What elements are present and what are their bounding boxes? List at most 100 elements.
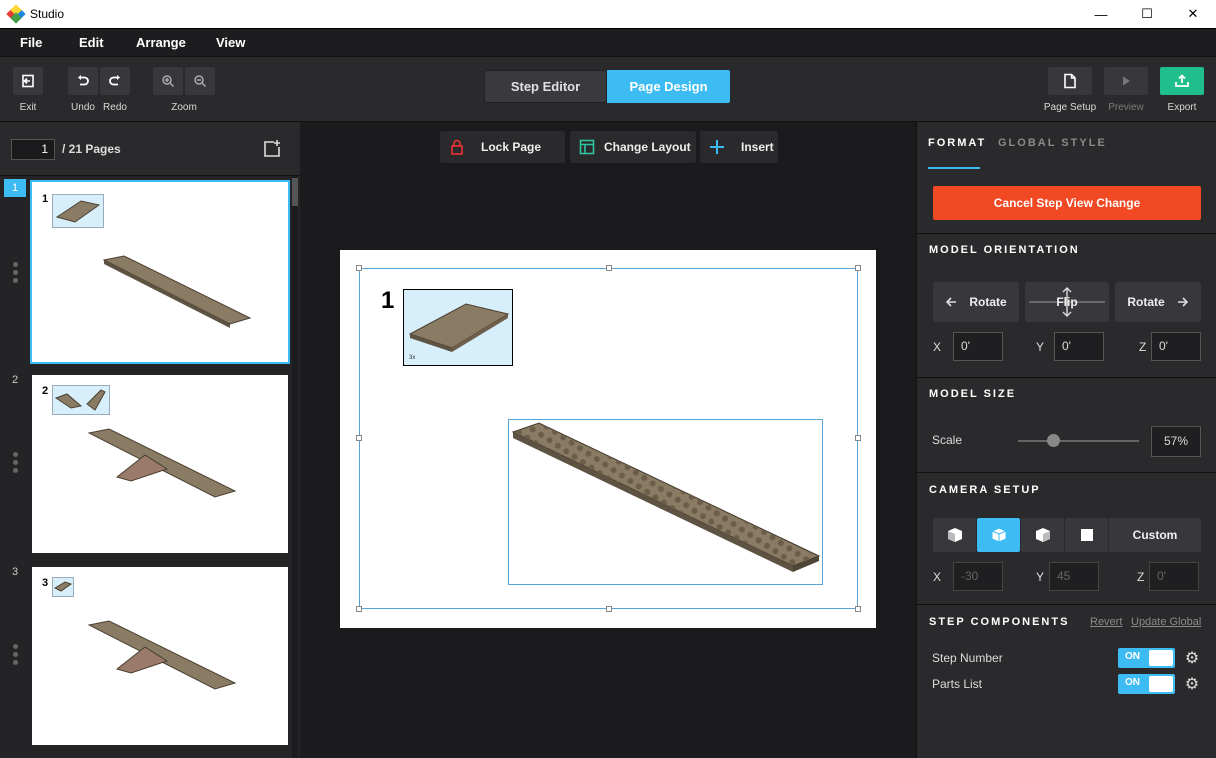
camera-preset-front[interactable] [1065, 518, 1108, 552]
orient-y-input[interactable]: 0' [1054, 332, 1104, 361]
resize-handle[interactable] [855, 265, 861, 271]
orient-z-input[interactable]: 0' [1151, 332, 1201, 361]
lock-page-label: Lock Page [481, 140, 542, 154]
zoom-out-button[interactable] [185, 67, 215, 95]
resize-handle[interactable] [356, 265, 362, 271]
resize-handle[interactable] [356, 606, 362, 612]
toggle-knob [1149, 650, 1173, 666]
parts-list-label: Parts List [932, 677, 983, 691]
camera-custom-button[interactable]: Custom [1109, 518, 1201, 552]
title-bar: Studio — ☐ ✕ [0, 0, 1216, 28]
page-setup-button[interactable] [1048, 67, 1092, 95]
menu-edit[interactable]: Edit [79, 35, 104, 50]
step-editor-tab[interactable]: Step Editor [484, 70, 607, 103]
orient-y-label: Y [1036, 340, 1045, 354]
divider [917, 604, 1216, 605]
scrollbar-thumb[interactable] [292, 178, 298, 206]
drag-handle-icon[interactable] [13, 262, 19, 286]
undo-label: Undo [71, 102, 95, 113]
parts-list-box[interactable]: 3x [403, 289, 513, 366]
step-number[interactable]: 1 [381, 287, 394, 315]
camera-setup-heading: CAMERA SETUP [929, 484, 1041, 496]
zoom-in-button[interactable] [153, 67, 183, 95]
divider [917, 472, 1216, 473]
camera-z-label: Z [1137, 570, 1145, 584]
thumbnail-scrollbar[interactable] [292, 176, 298, 758]
tab-format[interactable]: FORMAT [928, 137, 986, 149]
close-button[interactable]: ✕ [1170, 0, 1216, 28]
step-number-settings-button[interactable]: ⚙ [1183, 649, 1201, 667]
page-number-2[interactable]: 2 [4, 371, 26, 389]
drag-handle-icon[interactable] [13, 644, 19, 668]
page-total: / 21 Pages [62, 142, 121, 156]
revert-link[interactable]: Revert [1090, 616, 1122, 628]
maximize-button[interactable]: ☐ [1124, 0, 1170, 28]
undo-button[interactable] [68, 67, 98, 95]
parts-list-settings-button[interactable]: ⚙ [1183, 675, 1201, 693]
page-design-tab[interactable]: Page Design [607, 70, 730, 103]
scale-slider-knob[interactable] [1046, 434, 1060, 447]
page-number-1[interactable]: 1 [4, 179, 26, 197]
redo-button[interactable] [100, 67, 130, 95]
window-title: Studio [30, 7, 65, 21]
change-layout-button[interactable]: Change Layout [570, 131, 696, 163]
undo-icon [78, 75, 89, 86]
camera-x-input[interactable]: -30 [953, 562, 1003, 591]
menu-arrange[interactable]: Arrange [136, 35, 186, 50]
thumb-parts-list [52, 577, 74, 597]
tab-global-style[interactable]: GLOBAL STYLE [998, 137, 1107, 149]
instruction-page[interactable]: 1 3x [340, 250, 876, 628]
divider [917, 377, 1216, 378]
lock-page-button[interactable]: Lock Page [440, 131, 565, 163]
insert-label: Insert [741, 140, 774, 154]
thumb-parts-list [52, 385, 110, 415]
resize-handle[interactable] [855, 435, 861, 441]
page-thumbnail-3[interactable]: 3 [32, 567, 288, 745]
camera-y-input[interactable]: 45 [1049, 562, 1099, 591]
page-thumbnail-2[interactable]: 2 [32, 375, 288, 553]
update-global-link[interactable]: Update Global [1131, 616, 1201, 628]
flip-button[interactable]: Flip [1025, 282, 1109, 322]
menu-file[interactable]: File [20, 35, 42, 50]
camera-z-input[interactable]: 0' [1149, 562, 1199, 591]
model-view-box[interactable] [508, 419, 823, 585]
current-page-input[interactable]: 1 [11, 139, 55, 160]
scale-slider[interactable] [1018, 440, 1139, 442]
drag-handle-icon[interactable] [13, 452, 19, 476]
format-panel: FORMAT GLOBAL STYLE Cancel Step View Cha… [916, 122, 1216, 758]
step-frame[interactable]: 1 3x [356, 265, 861, 612]
add-page-button[interactable] [262, 139, 282, 159]
camera-preset-3[interactable] [1021, 518, 1064, 552]
camera-preset-2[interactable] [977, 518, 1020, 552]
mode-switch: Step Editor Page Design [484, 70, 732, 103]
orient-x-input[interactable]: 0' [953, 332, 1003, 361]
redo-icon [109, 75, 120, 86]
resize-handle[interactable] [855, 606, 861, 612]
exit-icon [22, 74, 34, 88]
export-icon [1175, 74, 1189, 87]
page-number-3[interactable]: 3 [4, 563, 26, 581]
rotate-right-button[interactable]: Rotate [1115, 282, 1201, 322]
export-label: Export [1167, 102, 1197, 113]
model-orientation-heading: MODEL ORIENTATION [929, 244, 1080, 256]
camera-preset-1[interactable] [933, 518, 976, 552]
scale-value-input[interactable]: 57% [1151, 426, 1201, 457]
rotate-left-button[interactable]: Rotate [933, 282, 1019, 322]
cancel-step-view-change-button[interactable]: Cancel Step View Change [933, 186, 1201, 220]
exit-button[interactable] [13, 67, 43, 95]
resize-handle[interactable] [606, 265, 612, 271]
page-thumbnail-1[interactable]: 1 [30, 180, 290, 364]
step-number-label: Step Number [932, 651, 1003, 665]
step-number-toggle[interactable]: ON [1118, 648, 1175, 668]
resize-handle[interactable] [356, 435, 362, 441]
resize-handle[interactable] [606, 606, 612, 612]
preview-button[interactable] [1104, 67, 1148, 95]
zoom-in-icon [162, 75, 175, 88]
insert-button[interactable]: Insert [700, 131, 778, 163]
change-layout-label: Change Layout [604, 140, 691, 154]
lock-icon [448, 138, 466, 156]
minimize-button[interactable]: — [1078, 0, 1124, 28]
parts-list-toggle[interactable]: ON [1118, 674, 1175, 694]
menu-view[interactable]: View [216, 35, 245, 50]
export-button[interactable] [1160, 67, 1204, 95]
